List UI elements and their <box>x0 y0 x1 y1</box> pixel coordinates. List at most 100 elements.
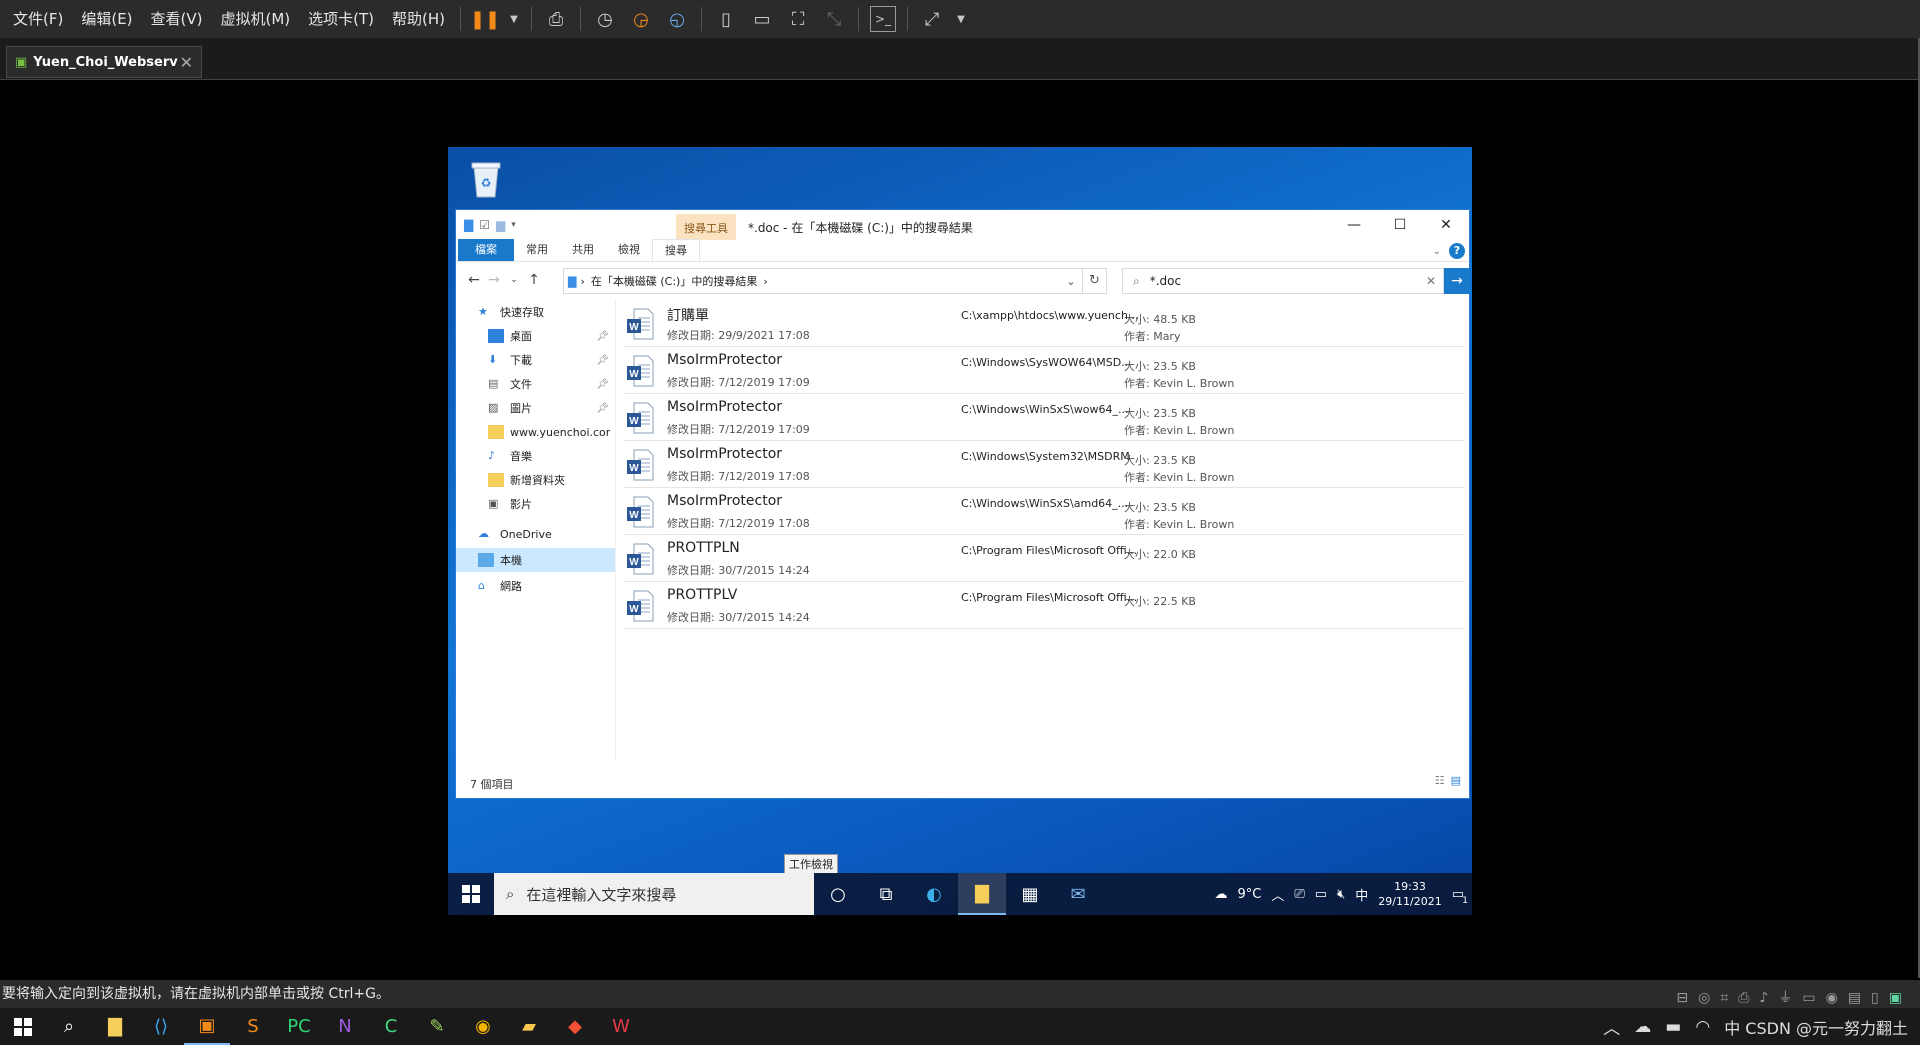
close-button[interactable]: ✕ <box>1423 210 1469 240</box>
guest-desktop[interactable]: ♻ ▇ ☑ ▆ ▾ 搜尋工具 *.doc - 在「本機磁碟 (C:)」中的搜尋結… <box>448 147 1472 915</box>
search-icon[interactable]: ⌕ <box>46 1008 92 1045</box>
onedrive-icon[interactable]: ☁ <box>1634 1017 1651 1037</box>
breadcrumb[interactable]: 在「本機磁碟 (C:)」中的搜尋結果 <box>591 273 757 289</box>
nav-item-downloads[interactable]: ⬇ 下載 📌︎ <box>456 348 615 372</box>
fit-guest-icon[interactable]: ⛶ <box>785 6 811 32</box>
nav-item-videos[interactable]: ▣ 影片 <box>456 492 615 516</box>
maximize-button[interactable]: ☐ <box>1377 210 1423 240</box>
clion-icon[interactable]: C <box>368 1008 414 1045</box>
tab-home[interactable]: 常用 <box>514 239 560 261</box>
windows-start-button[interactable] <box>448 873 494 915</box>
help-button[interactable]: ? <box>1449 243 1465 259</box>
properties-icon[interactable]: ☑ <box>479 218 490 232</box>
nav-item-music[interactable]: ♪ 音樂 <box>456 444 615 468</box>
store-icon[interactable]: ▦ <box>1006 873 1054 915</box>
list-item[interactable]: W MsoIrmProtector 修改日期: 7/12/2019 17:09 C:\… <box>624 394 1464 441</box>
menu-tabs[interactable]: 选项卡(T) <box>299 0 383 38</box>
list-item[interactable]: W 訂購單 修改日期: 29/9/2021 17:08 C:\xampp\htdocs… <box>624 300 1464 347</box>
search-go-button[interactable]: → <box>1444 268 1470 294</box>
snapshot-icon[interactable]: ◷ <box>592 6 618 32</box>
notification-icon[interactable]: ▭ 1 <box>1452 887 1468 906</box>
list-item[interactable]: W MsoIrmProtector 修改日期: 7/12/2019 17:08 C:\… <box>624 441 1464 488</box>
nav-item-folder[interactable]: www.yuenchoi.cor <box>456 420 615 444</box>
snapshot-manager-icon[interactable]: ◵ <box>664 6 690 32</box>
nav-onedrive[interactable]: ☁ OneDrive <box>456 522 615 546</box>
git-icon[interactable]: ◆ <box>552 1008 598 1045</box>
ime-indicator[interactable]: 中 <box>1355 885 1368 904</box>
edge-icon[interactable]: ◐ <box>910 873 958 915</box>
tab-view[interactable]: 檢視 <box>606 239 652 261</box>
search-input[interactable]: ⌕ *.doc ✕ <box>1122 268 1444 294</box>
back-button[interactable]: ← <box>464 272 484 288</box>
forward-button[interactable]: → <box>484 272 504 288</box>
pycharm-icon[interactable]: PC <box>276 1008 322 1045</box>
chrome-icon[interactable]: ◉ <box>460 1008 506 1045</box>
nav-item-pictures[interactable]: ▨ 圖片 📌︎ <box>456 396 615 420</box>
vm-tab[interactable]: ▣ Yuen_Choi_Webserv ✕ <box>6 46 202 78</box>
dropdown-icon[interactable]: ▼ <box>955 6 967 32</box>
new-folder-icon[interactable]: ▆ <box>496 218 505 232</box>
battery-icon[interactable]: ▬ <box>1665 1017 1681 1037</box>
mail-icon[interactable]: ✉ <box>1054 873 1102 915</box>
tab-file[interactable]: 檔案 <box>458 239 514 261</box>
windows-start-button[interactable] <box>0 1008 46 1045</box>
list-item[interactable]: W MsoIrmProtector 修改日期: 7/12/2019 17:08 C:\… <box>624 488 1464 535</box>
cortana-button[interactable]: ○ <box>814 873 862 915</box>
dropdown-icon[interactable]: ▼ <box>508 6 520 32</box>
menu-help[interactable]: 帮助(H) <box>383 0 454 38</box>
sublime-icon[interactable]: S <box>230 1008 276 1045</box>
minimize-button[interactable]: — <box>1331 210 1377 240</box>
list-item[interactable]: W PROTTPLN 修改日期: 30/7/2015 14:24 C:\Program… <box>624 535 1464 582</box>
meet-now-icon[interactable]: ⎚ <box>1294 887 1304 902</box>
menu-edit[interactable]: 编辑(E) <box>72 0 141 38</box>
close-icon[interactable]: ✕ <box>180 53 193 72</box>
send-ctrl-alt-del-icon[interactable]: ⎙ <box>543 6 569 32</box>
onenote-icon[interactable]: N <box>322 1008 368 1045</box>
address-bar[interactable]: ▇ › 在「本機磁碟 (C:)」中的搜尋結果 › ⌄ <box>563 268 1083 294</box>
refresh-button[interactable]: ↻ <box>1083 268 1107 294</box>
weather-temp[interactable]: 9°C <box>1238 887 1262 902</box>
menu-vm[interactable]: 虚拟机(M) <box>212 0 300 38</box>
recent-locations-button[interactable]: ⌄ <box>504 275 524 285</box>
menu-view[interactable]: 查看(V) <box>142 0 212 38</box>
fullscreen-icon[interactable]: ⤢ <box>919 6 945 32</box>
taskbar-search-input[interactable]: ⌕ 在這裡輸入文字來搜尋 <box>494 873 814 915</box>
network-icon[interactable]: ▭ <box>1315 887 1327 902</box>
task-view-button[interactable]: ⧉ <box>862 873 910 915</box>
library-view-icon[interactable]: ▯ <box>713 6 739 32</box>
file-explorer-icon[interactable]: ▇ <box>92 1008 138 1045</box>
volume-muted-icon[interactable]: 🔇︎ <box>1337 887 1345 902</box>
nav-item-documents[interactable]: ▤ 文件 📌︎ <box>456 372 615 396</box>
vscode-icon[interactable]: ⟨⟩ <box>138 1008 184 1045</box>
nav-network[interactable]: ⌂ 網路 <box>456 574 615 598</box>
console-view-icon[interactable]: >_ <box>870 6 897 32</box>
file-explorer-icon[interactable]: ▇ <box>958 873 1006 915</box>
expand-ribbon-icon[interactable]: ⌄ <box>1433 246 1441 257</box>
pause-icon[interactable]: ❚❚ <box>470 6 500 32</box>
nav-this-pc[interactable]: 本機 <box>456 548 615 572</box>
thumbnail-view-icon[interactable]: ▭ <box>749 6 775 32</box>
menu-file[interactable]: 文件(F) <box>4 0 72 38</box>
show-hidden-icons-icon[interactable]: ︿ <box>1603 1014 1620 1039</box>
clock[interactable]: 19:33 29/11/2021 <box>1378 879 1441 909</box>
show-hidden-icons-icon[interactable]: ︿ <box>1271 885 1284 904</box>
notepadpp-icon[interactable]: ✎ <box>414 1008 460 1045</box>
wifi-icon[interactable]: ◠ <box>1695 1017 1710 1037</box>
nav-item-desktop[interactable]: 桌面 📌︎ <box>456 324 615 348</box>
tab-share[interactable]: 共用 <box>560 239 606 261</box>
large-icons-view-icon[interactable]: ▤ <box>1451 770 1461 792</box>
recycle-bin-icon[interactable]: ♻ <box>466 157 506 199</box>
nav-item-new-folder[interactable]: 新增資料夾 <box>456 468 615 492</box>
tab-search[interactable]: 搜尋 <box>652 239 700 261</box>
nav-quick-access[interactable]: ★ 快速存取 <box>456 300 615 324</box>
vmware-icon[interactable]: ▣ <box>184 1008 230 1045</box>
chevron-down-icon[interactable]: ⌄ <box>1060 275 1082 288</box>
close-icon[interactable]: ✕ <box>1419 274 1443 288</box>
details-view-icon[interactable]: ☷ <box>1435 770 1445 792</box>
sticky-notes-icon[interactable]: ▰ <box>506 1008 552 1045</box>
revert-snapshot-icon[interactable]: ◶ <box>628 6 654 32</box>
up-button[interactable]: ↑ <box>524 272 544 288</box>
list-item[interactable]: W PROTTPLV 修改日期: 30/7/2015 14:24 C:\Program… <box>624 582 1464 629</box>
stretch-guest-icon[interactable]: ⤡ <box>821 6 847 32</box>
weather-icon[interactable]: ☁ <box>1215 887 1228 902</box>
